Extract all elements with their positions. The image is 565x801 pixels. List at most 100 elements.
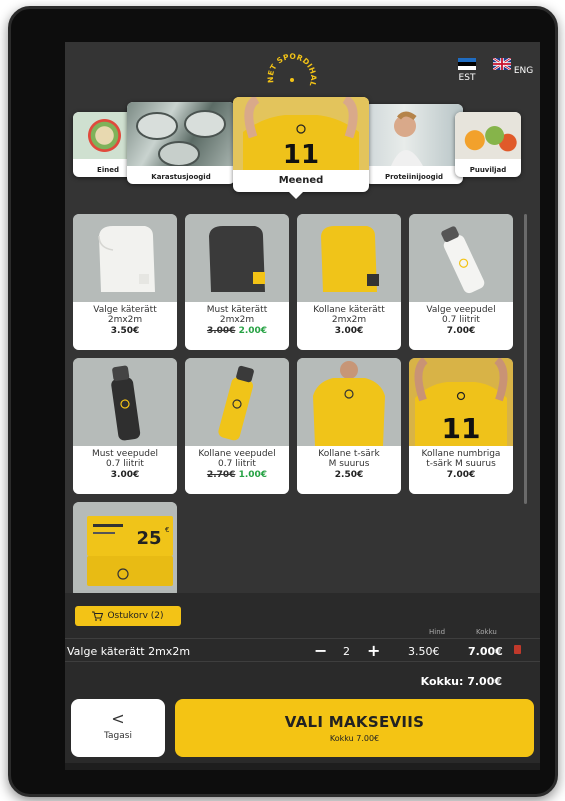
spordihall-logo: NET SPORDIHALL xyxy=(262,50,318,88)
svg-text:NET SPORDIHALL: NET SPORDIHALL xyxy=(262,50,318,88)
product-size: 0.7 liitrit xyxy=(442,315,480,325)
product-price: 2.50€ xyxy=(334,470,364,480)
numbered-jersey-image: 11 xyxy=(409,358,513,446)
white-towel-image xyxy=(73,214,177,302)
product-card-valge-katerat[interactable]: Valge käterätt 2mx2m 3.50€ xyxy=(73,214,177,350)
yellow-bottle-image xyxy=(185,358,289,446)
cans-image xyxy=(127,102,235,167)
product-card-kollane-tsark[interactable]: Kollane t-särk M suurus 2.50€ xyxy=(297,358,401,494)
product-size: 2mx2m xyxy=(219,315,255,325)
cart-item-quantity: 2 xyxy=(343,645,350,658)
product-price: 3.00€ xyxy=(110,470,140,480)
old-price: 3.00€ xyxy=(206,326,236,336)
lang-est-button[interactable]: EST xyxy=(458,58,476,83)
old-price: 2.70€ xyxy=(206,470,236,480)
product-size: 2mx2m xyxy=(107,315,143,325)
product-card-must-veepudel[interactable]: Must veepudel 0.7 liitrit 3.00€ xyxy=(73,358,177,494)
cart-button[interactable]: Ostukorv (2) xyxy=(75,606,181,626)
protein-drink-image xyxy=(365,104,463,166)
product-info: Kollane veepudel 0.7 liitrit 2.70€ 1.00€ xyxy=(185,446,289,494)
uk-flag-icon xyxy=(492,57,512,71)
black-bottle-image xyxy=(73,358,177,446)
product-info: Valge käterätt 2mx2m 3.50€ xyxy=(73,302,177,350)
product-card-kollane-numbriga-tsark[interactable]: 11 Kollane numbriga t-särk M suurus 7.00… xyxy=(409,358,513,494)
shopping-cart-icon xyxy=(92,611,104,621)
yellow-tshirt-image xyxy=(297,358,401,446)
product-name: Kollane veepudel xyxy=(198,449,276,459)
product-name: Kollane numbriga xyxy=(421,449,501,459)
bottom-strip xyxy=(65,763,540,770)
column-header-price: Hind xyxy=(429,628,446,636)
product-size: t-särk M suurus xyxy=(426,459,496,469)
payment-button-label: VALI MAKSEVIIS xyxy=(284,713,425,731)
category-puuviljad[interactable]: Puuviljad xyxy=(455,112,521,177)
product-name: Kollane käterätt xyxy=(313,305,385,315)
tablet-frame: NET SPORDIHALL EST ENG Eined xyxy=(8,6,558,797)
category-meened[interactable]: 11 Meened xyxy=(233,97,369,192)
payment-button-total: Kokku 7.00€ xyxy=(329,734,380,743)
cart-row: Valge käterätt 2mx2m − 2 + 3.50€ 7.00€ xyxy=(65,638,540,662)
svg-text:11: 11 xyxy=(442,412,481,445)
product-price: 3.00€ 2.00€ xyxy=(185,326,289,336)
category-label: Proteiinijoogid xyxy=(384,173,444,181)
category-karastusjoogid[interactable]: Karastusjoogid xyxy=(127,102,235,184)
product-card-valge-veepudel[interactable]: Valge veepudel 0.7 liitrit 7.00€ xyxy=(409,214,513,350)
product-card-must-katerat[interactable]: Must käterätt 2mx2m 3.00€ 2.00€ xyxy=(185,214,289,350)
product-size: M suurus xyxy=(328,459,370,469)
lang-eng-button[interactable]: ENG xyxy=(492,57,534,76)
white-bottle-image xyxy=(409,214,513,302)
kiosk-screen: NET SPORDIHALL EST ENG Eined xyxy=(65,42,540,770)
black-towel-image xyxy=(185,214,289,302)
quantity-increase-button[interactable]: + xyxy=(367,641,380,660)
product-price: 3.50€ xyxy=(110,326,140,336)
product-card-kollane-veepudel[interactable]: Kollane veepudel 0.7 liitrit 2.70€ 1.00€ xyxy=(185,358,289,494)
trash-icon[interactable] xyxy=(514,645,521,654)
svg-text:€: € xyxy=(165,526,169,534)
product-price: 7.00€ xyxy=(446,470,476,480)
cart-item-line-total: 7.00€ xyxy=(468,645,503,658)
product-size: 0.7 liitrit xyxy=(106,459,144,469)
product-price: 2.70€ 1.00€ xyxy=(185,470,289,480)
product-info: Kollane numbriga t-särk M suurus 7.00€ xyxy=(409,446,513,494)
product-info: Kollane käterätt 2mx2m 3.00€ xyxy=(297,302,401,350)
lang-eng-label: ENG xyxy=(513,66,534,76)
active-category-pointer xyxy=(288,191,304,199)
product-size: 2mx2m xyxy=(331,315,367,325)
chevron-left-icon: < xyxy=(111,709,125,728)
sale-price: 2.00€ xyxy=(238,326,268,336)
gift-voucher-image: 25 € xyxy=(73,502,177,590)
jersey-image: 11 xyxy=(233,97,369,170)
product-info: Must veepudel 0.7 liitrit 3.00€ xyxy=(73,446,177,494)
svg-text:25: 25 xyxy=(136,528,161,549)
cart-panel: Ostukorv (2) Hind Kokku Valge käterätt 2… xyxy=(65,593,540,770)
product-price: 3.00€ xyxy=(334,326,364,336)
sale-price: 1.00€ xyxy=(238,470,268,480)
product-card-kinkekaart[interactable]: 25 € xyxy=(73,502,177,598)
product-price: 7.00€ xyxy=(446,326,476,336)
estonia-flag-icon xyxy=(458,58,476,70)
product-name: Must veepudel xyxy=(91,449,159,459)
product-card-kollane-katerat[interactable]: Kollane käterätt 2mx2m 3.00€ xyxy=(297,214,401,350)
product-info: Kollane t-särk M suurus 2.50€ xyxy=(297,446,401,494)
product-size: 0.7 liitrit xyxy=(218,459,256,469)
back-button-label: Tagasi xyxy=(104,731,132,741)
quantity-decrease-button[interactable]: − xyxy=(314,641,327,660)
category-proteiinijoogid[interactable]: Proteiinijoogid xyxy=(365,104,463,184)
lang-est-label: EST xyxy=(458,73,476,83)
column-header-total: Kokku xyxy=(476,628,497,636)
category-label: Karastusjoogid xyxy=(151,173,211,181)
product-name: Kollane t-särk xyxy=(318,449,380,459)
back-button[interactable]: < Tagasi xyxy=(71,699,165,757)
product-info: Valge veepudel 0.7 liitrit 7.00€ xyxy=(409,302,513,350)
cart-total: Kokku: 7.00€ xyxy=(420,675,502,688)
product-name: Valge käterätt xyxy=(93,305,157,315)
yellow-towel-image xyxy=(297,214,401,302)
category-label-active: Meened xyxy=(278,175,324,186)
fruit-image xyxy=(455,112,521,159)
cart-button-label: Ostukorv (2) xyxy=(107,611,164,621)
svg-text:11: 11 xyxy=(283,140,319,170)
cart-item-unit-price: 3.50€ xyxy=(408,645,440,658)
product-info: Must käterätt 2mx2m 3.00€ 2.00€ xyxy=(185,302,289,350)
choose-payment-button[interactable]: VALI MAKSEVIIS Kokku 7.00€ xyxy=(175,699,534,757)
product-grid-scrollbar[interactable] xyxy=(524,214,527,504)
